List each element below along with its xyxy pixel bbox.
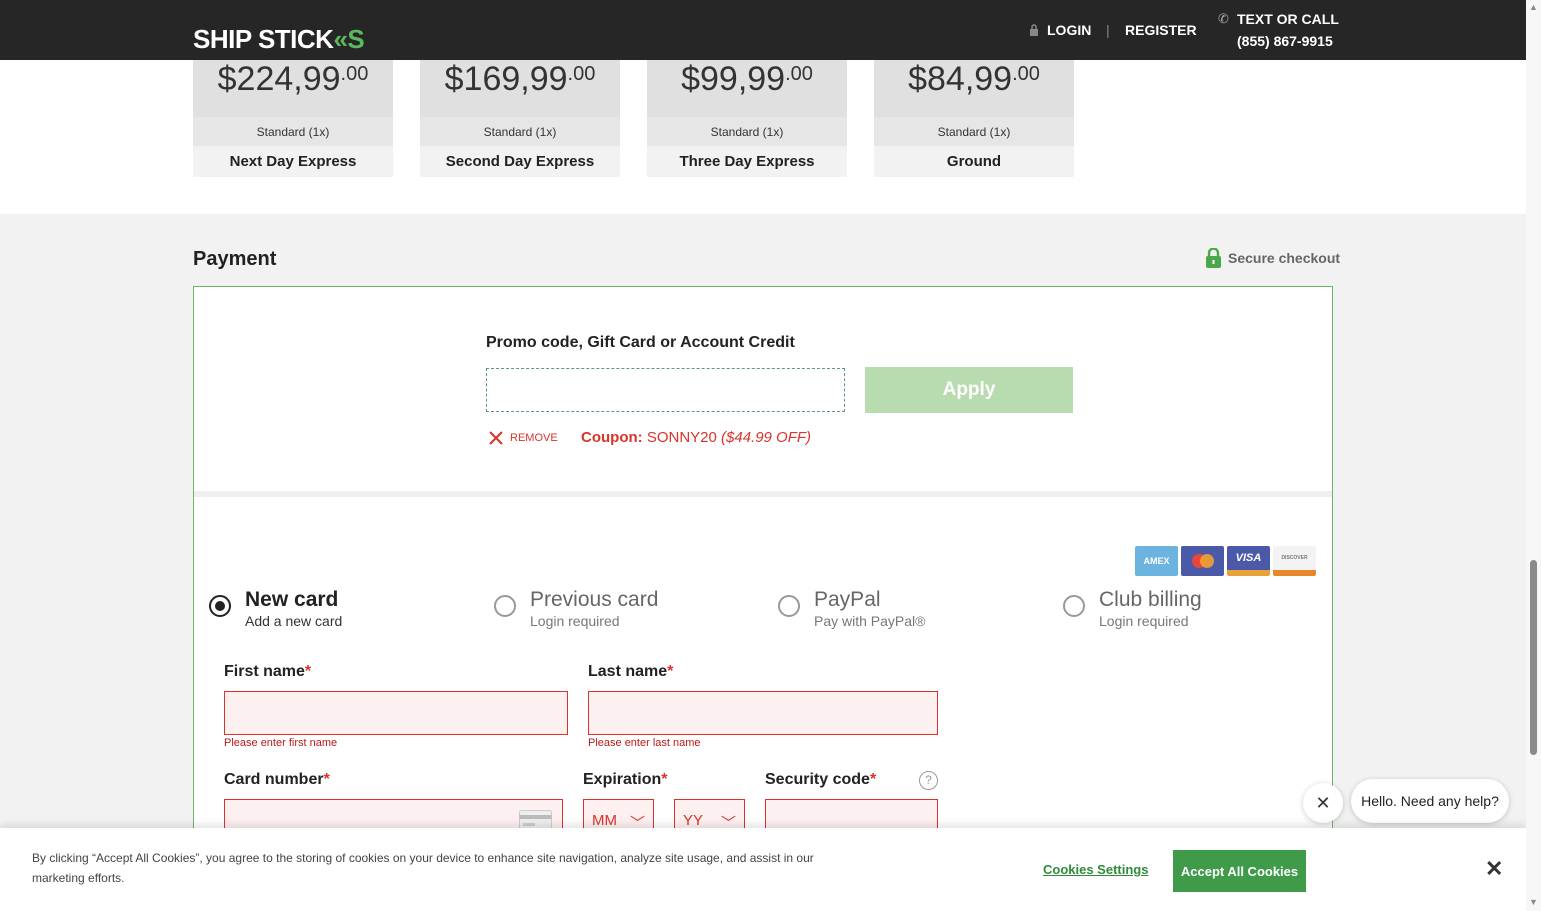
first-name-label: First name* [224, 663, 312, 680]
remove-coupon-button[interactable]: REMOVE [488, 430, 558, 446]
remove-label: REMOVE [510, 432, 558, 444]
option-sub: Pay with PayPal® [814, 613, 926, 629]
radio[interactable] [494, 595, 516, 617]
close-icon [489, 431, 503, 445]
expiration-label: Expiration* [583, 771, 668, 788]
login-label: LOGIN [1047, 22, 1092, 38]
card-logos: AMEX VISA DISCOVER [1135, 546, 1316, 576]
amex-icon: AMEX [1135, 546, 1178, 576]
option-title: New card [245, 588, 339, 611]
padlock-icon [1206, 248, 1221, 268]
apply-button[interactable]: Apply [865, 367, 1073, 413]
contact-block[interactable]: TEXT OR CALL (855) 867-9915 [1237, 8, 1339, 52]
text-or-call-label: TEXT OR CALL [1237, 11, 1339, 27]
cookie-text: By clicking “Accept All Cookies”, you ag… [32, 851, 814, 885]
secure-checkout: Secure checkout [1205, 248, 1340, 268]
logo-chevrons: «S [333, 24, 365, 54]
logo-text: SHIP STICK [193, 24, 334, 54]
payment-option-previous-card[interactable]: Previous card Login required [494, 587, 658, 629]
scroll-down-icon[interactable]: ▼ [1529, 897, 1538, 907]
payment-option-paypal[interactable]: PayPal Pay with PayPal® [778, 587, 925, 629]
help-icon[interactable]: ? [919, 771, 938, 790]
shipping-option-ground[interactable]: $84,99.00 Standard (1x) Ground [874, 60, 1074, 177]
shipping-price: $169,99.00 [444, 60, 596, 98]
radio-selected[interactable] [209, 595, 231, 617]
shipping-price: $224,99.00 [217, 60, 369, 98]
security-code-label: Security code* [765, 771, 877, 788]
shipping-standard: Standard (1x) [874, 117, 1074, 146]
close-icon: ✕ [1315, 792, 1331, 813]
coupon-label: Coupon: [581, 429, 643, 446]
login-link[interactable]: LOGIN [1029, 22, 1091, 38]
last-name-label: Last name* [588, 663, 674, 680]
last-name-error: Please enter last name [588, 737, 701, 749]
scrollbar-thumb[interactable] [1530, 560, 1537, 755]
coupon-discount: ($44.99 OFF) [721, 429, 812, 446]
visa-icon: VISA [1227, 546, 1270, 576]
payment-option-club-billing[interactable]: Club billing Login required [1063, 587, 1202, 629]
shipping-name: Next Day Express [193, 146, 393, 177]
option-title: Club billing [1099, 588, 1202, 611]
option-sub: Add a new card [245, 613, 343, 629]
cookie-banner: By clicking “Accept All Cookies”, you ag… [0, 828, 1526, 911]
payment-divider [194, 491, 1332, 497]
shipping-name: Three Day Express [647, 146, 847, 177]
header-separator: | [1106, 22, 1110, 38]
secure-checkout-label: Secure checkout [1228, 250, 1341, 266]
radio[interactable] [778, 595, 800, 617]
shipping-name: Ground [874, 146, 1074, 177]
payment-option-new-card[interactable]: New card Add a new card [209, 587, 342, 629]
first-name-field[interactable] [224, 691, 568, 735]
register-link[interactable]: REGISTER [1125, 22, 1197, 38]
scroll-up-icon[interactable]: ▲ [1529, 2, 1538, 12]
checkout-page: SHIP STICK«S LOGIN | REGISTER ✆ TEXT OR … [0, 0, 1541, 911]
lock-icon [1030, 24, 1038, 36]
shipping-price: $84,99.00 [908, 60, 1040, 98]
scrollbar[interactable]: ▲ ▼ [1526, 0, 1541, 911]
shipping-standard: Standard (1x) [420, 117, 620, 146]
top-header: SHIP STICK«S LOGIN | REGISTER ✆ TEXT OR … [0, 0, 1526, 60]
mastercard-icon [1181, 546, 1224, 576]
shipping-option-second-day[interactable]: $169,99.00 Standard (1x) Second Day Expr… [420, 60, 620, 177]
discover-icon: DISCOVER [1273, 546, 1316, 576]
ship-sticks-logo[interactable]: SHIP STICK«S [193, 24, 365, 55]
shipping-option-next-day[interactable]: $224,99.00 Standard (1x) Next Day Expres… [193, 60, 393, 177]
card-number-label: Card number* [224, 771, 330, 788]
last-name-field[interactable] [588, 691, 938, 735]
shipping-standard: Standard (1x) [193, 117, 393, 146]
shipping-name: Second Day Express [420, 146, 620, 177]
phone-number: (855) 867-9915 [1237, 33, 1333, 49]
cookies-settings-link[interactable]: Cookies Settings [1043, 862, 1148, 877]
payment-title: Payment [193, 248, 277, 270]
option-title: PayPal [814, 588, 881, 611]
promo-label: Promo code, Gift Card or Account Credit [486, 334, 795, 351]
chat-close-button[interactable]: ✕ [1303, 783, 1343, 823]
phone-icon: ✆ [1218, 11, 1229, 26]
shipping-price: $99,99.00 [681, 60, 813, 98]
promo-input[interactable] [486, 368, 845, 412]
option-title: Previous card [530, 588, 659, 611]
shipping-option-three-day[interactable]: $99,99.00 Standard (1x) Three Day Expres… [647, 60, 847, 177]
option-sub: Login required [1099, 613, 1189, 629]
coupon-code: SONNY20 [646, 429, 717, 446]
shipping-standard: Standard (1x) [647, 117, 847, 146]
chat-bubble[interactable]: Hello. Need any help? [1351, 779, 1509, 823]
accept-all-cookies-button[interactable]: Accept All Cookies [1173, 850, 1306, 892]
option-sub: Login required [530, 613, 620, 629]
first-name-error: Please enter first name [224, 737, 338, 749]
radio[interactable] [1063, 595, 1085, 617]
coupon-applied: Coupon: SONNY20 ($44.99 OFF) [581, 429, 811, 446]
cookie-close-icon[interactable]: ✕ [1485, 856, 1503, 882]
